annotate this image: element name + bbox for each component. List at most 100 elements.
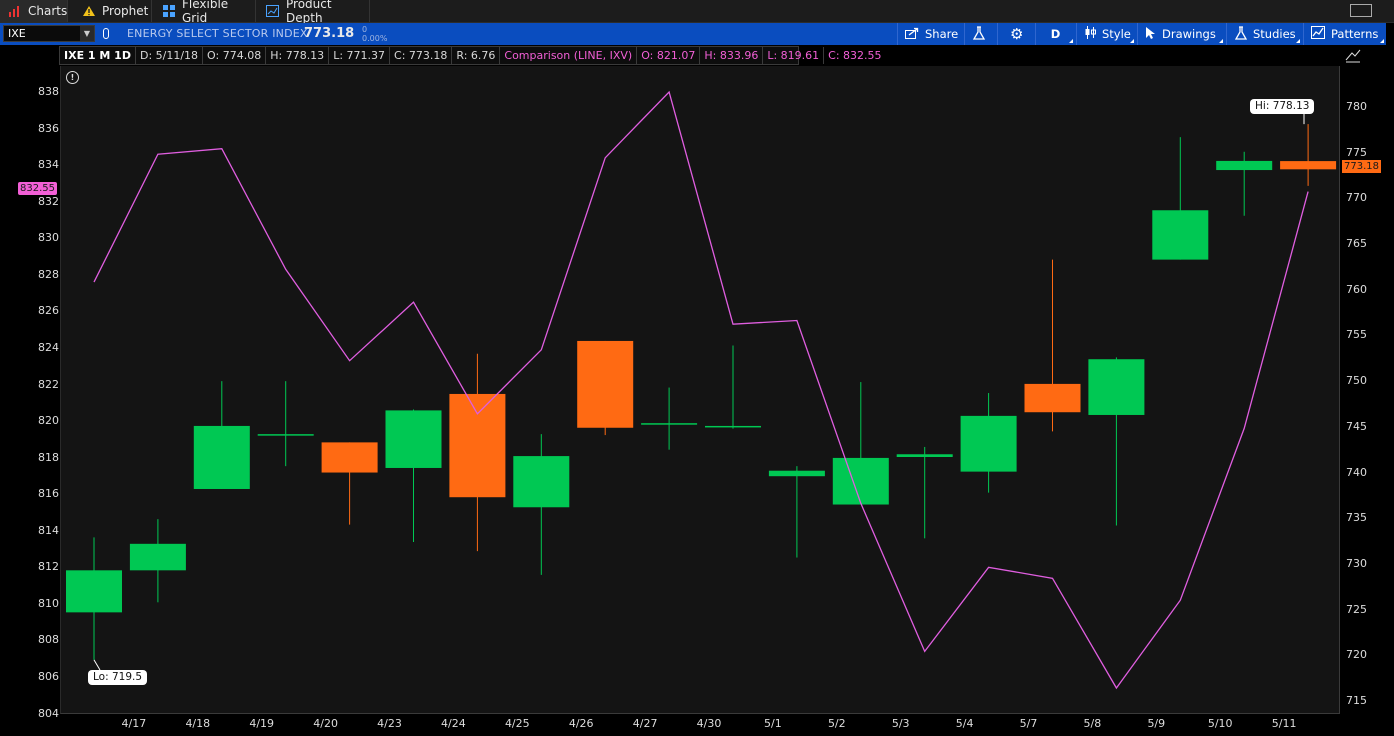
low-callout: Lo: 719.5 [88, 670, 148, 685]
symbol-description: ENERGY SELECT SECTOR INDEX [127, 27, 308, 40]
left-axis-tick: 836 [38, 121, 59, 135]
tab-label: Product Depth [286, 0, 332, 25]
date-axis-tick: 5/7 [1019, 717, 1038, 730]
info-date: D: 5/11/18 [136, 47, 204, 64]
left-axis-tick: 832 [38, 194, 59, 208]
info-open: O: 774.08 [203, 47, 267, 64]
info-low: L: 771.37 [329, 47, 391, 64]
left-axis-tick: 824 [38, 340, 59, 354]
date-axis-tick: 5/2 [827, 717, 846, 730]
date-axis-tick: 4/23 [377, 717, 402, 730]
date-axis-tick: 4/27 [632, 717, 658, 730]
left-axis-tick: 818 [38, 450, 59, 464]
corner-triangle-icon [1219, 39, 1223, 43]
left-axis-tick: 838 [38, 85, 59, 98]
info-comparison: Comparison (LINE, IXV) [500, 47, 638, 64]
alert-icon[interactable]: ! [66, 71, 79, 84]
window-restore-button[interactable] [1350, 4, 1372, 17]
share-icon [905, 27, 920, 42]
high-callout: Hi: 778.13 [1250, 99, 1315, 114]
studies-label: Studies [1253, 27, 1296, 41]
date-axis-tick: 4/20 [313, 717, 338, 730]
right-axis-tick: 715 [1346, 694, 1367, 707]
tab-label: Prophet [102, 4, 149, 18]
flask-icon [1234, 25, 1248, 43]
patterns-label: Patterns [1331, 27, 1379, 41]
right-axis-tick: 720 [1346, 648, 1367, 662]
left-axis-tick: 820 [38, 414, 59, 428]
net-change: 0 [362, 25, 368, 34]
corner-triangle-icon [1069, 39, 1073, 43]
tab-charts[interactable]: Charts [0, 0, 68, 22]
style-button[interactable]: Style [1076, 23, 1136, 45]
info-high: H: 778.13 [266, 47, 330, 64]
left-axis-tick: 810 [38, 596, 59, 610]
left-axis-tick: 828 [38, 267, 59, 281]
studies-button[interactable]: Studies [1226, 23, 1302, 45]
chart-toolbar: IXE ▼ ENERGY SELECT SECTOR INDEX 773.18 … [0, 23, 1386, 45]
info-close: C: 773.18 [390, 47, 453, 64]
right-axis-tick: 745 [1346, 419, 1367, 433]
date-axis-tick: 5/10 [1207, 717, 1233, 730]
left-axis-tick: 822 [38, 377, 59, 391]
bar-chart-icon [8, 5, 22, 17]
right-axis-tick: 730 [1346, 556, 1367, 570]
percent-change: 0.00% [362, 34, 388, 43]
right-axis-tick: 765 [1346, 237, 1367, 251]
cursor-arrow-icon [1145, 26, 1157, 43]
right-axis-tick: 755 [1346, 328, 1367, 342]
flask-button[interactable] [964, 23, 996, 45]
left-axis-tick: 806 [38, 670, 59, 683]
date-axis-tick: 5/9 [1147, 717, 1166, 730]
chart-info-bar: IXE 1 M 1D D: 5/11/18 O: 774.08 H: 778.1… [59, 46, 882, 65]
date-axis-tick: 4/17 [121, 717, 147, 730]
aggregation-label: D [1050, 27, 1061, 41]
tab-product-depth[interactable]: Product Depth [258, 0, 370, 25]
right-axis-tick: 760 [1346, 282, 1367, 296]
comparison-last-badge: 832.55 [18, 182, 57, 195]
chevron-down-icon[interactable]: ▼ [80, 26, 94, 41]
left-axis-tick: 830 [38, 231, 59, 245]
chart-plot-area[interactable] [60, 66, 1340, 714]
left-axis-tick: 808 [38, 633, 59, 647]
patterns-button[interactable]: Patterns [1303, 23, 1386, 45]
right-axis-tick: 780 [1346, 100, 1367, 113]
settings-button[interactable]: ⚙ [997, 23, 1034, 45]
tab-flexible-grid[interactable]: Flexible Grid [154, 0, 256, 25]
chart-expand-icon[interactable] [1345, 48, 1361, 64]
warning-triangle-icon [82, 5, 96, 17]
tab-prophet[interactable]: Prophet [74, 0, 152, 22]
left-axis-tick: 812 [38, 560, 59, 574]
price-last-badge: 773.18 [1342, 160, 1381, 173]
corner-triangle-icon [1130, 39, 1134, 43]
info-symbol: IXE 1 M 1D [60, 47, 136, 64]
corner-triangle-icon [1296, 39, 1300, 43]
right-axis-tick: 770 [1346, 191, 1367, 205]
left-axis-tick: 834 [38, 158, 59, 172]
date-axis-tick: 5/8 [1083, 717, 1102, 730]
info-cmp-close: C: 832.55 [828, 49, 882, 62]
right-axis-tick: 740 [1346, 465, 1367, 479]
link-icon[interactable] [103, 28, 109, 39]
left-axis-tick: 816 [38, 487, 59, 501]
share-button[interactable]: Share [897, 23, 963, 45]
symbol-input[interactable]: IXE ▼ [3, 25, 95, 42]
flask-icon [972, 25, 986, 43]
date-axis-tick: 4/30 [696, 717, 722, 730]
right-axis-tick: 775 [1346, 145, 1367, 159]
right-axis-tick: 750 [1346, 374, 1367, 388]
patterns-icon [1311, 26, 1326, 42]
right-axis-tick: 735 [1346, 511, 1367, 525]
drawings-label: Drawings [1162, 27, 1216, 41]
date-axis-tick: 4/18 [185, 717, 211, 730]
tab-label: Flexible Grid [182, 0, 229, 25]
gear-icon: ⚙ [1010, 25, 1024, 43]
depth-icon [266, 5, 280, 17]
info-cmp-open: O: 821.07 [637, 47, 701, 64]
aggregation-button[interactable]: D [1035, 23, 1075, 45]
drawings-button[interactable]: Drawings [1137, 23, 1225, 45]
info-range: R: 6.76 [452, 47, 501, 64]
share-label: Share [925, 27, 959, 41]
last-price: 773.18 [304, 26, 355, 41]
tab-label: Charts [28, 4, 68, 18]
